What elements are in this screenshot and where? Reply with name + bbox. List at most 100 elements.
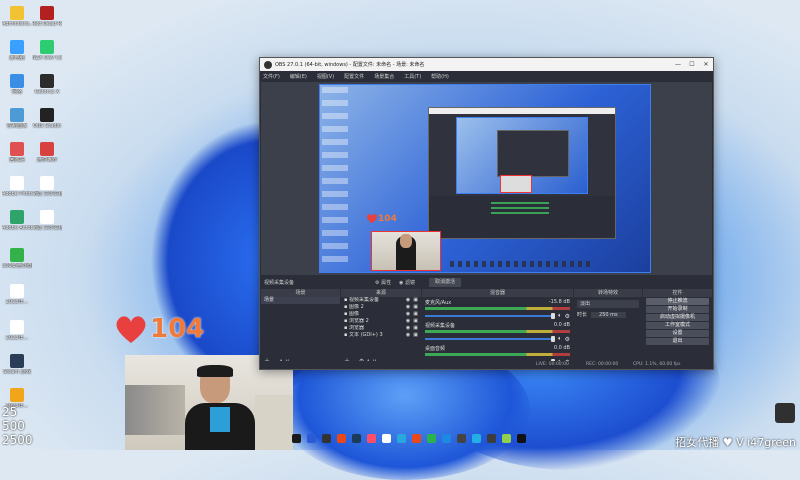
minimize-button[interactable]: — — [671, 61, 685, 68]
lock-icon[interactable]: ▣ — [413, 304, 418, 311]
taskbar-app-icon[interactable] — [457, 433, 466, 443]
control-button[interactable]: 工作室模式 — [646, 322, 709, 329]
deactivate-button[interactable]: 取消激活 — [429, 278, 462, 287]
source-label: ▪ 文本 (GDI+) 3 — [344, 332, 383, 338]
desktop-icon[interactable]: Adobe Acrob... — [2, 210, 32, 246]
eye-icon[interactable]: ◉ — [406, 297, 410, 304]
lock-icon[interactable]: ▣ — [413, 311, 418, 318]
obs-window[interactable]: OBS 27.0.1 (64-bit, windows) - 配置文件: 未命名… — [259, 57, 714, 370]
lock-icon[interactable]: ▣ — [413, 297, 418, 304]
filters-button[interactable]: ◉ 滤镜 — [399, 279, 415, 286]
taskbar-app-icon[interactable] — [427, 433, 436, 443]
desktop-icon[interactable]: 回收站 — [2, 142, 32, 178]
source-item[interactable]: ▪ 视频采集设备 ◉ ▣ — [341, 297, 421, 304]
obs-preview-canvas[interactable]: 104 — [319, 84, 651, 273]
menu-tools[interactable]: 工具(T) — [404, 73, 421, 80]
taskbar-app-icon[interactable] — [472, 433, 481, 443]
desktop-icon-label: NZX Dev Center — [32, 55, 62, 61]
taskbar-app-icon[interactable] — [337, 433, 346, 443]
desktop-icon[interactable]: 迷你世界 — [32, 142, 62, 178]
volume-slider[interactable] — [425, 313, 555, 319]
desktop-icon[interactable]: Adobe Photo... — [2, 176, 32, 212]
eye-icon[interactable]: ◉ — [406, 311, 410, 318]
eye-icon[interactable]: ◉ — [406, 304, 410, 311]
desktop-icon-label: 控制面板 — [6, 123, 27, 129]
source-item[interactable]: ▪ 文本 (GDI+) 3 ◉ ▣ — [341, 332, 421, 339]
taskbar-app-icon[interactable] — [367, 433, 376, 443]
volume-slider[interactable] — [425, 336, 555, 342]
desktop-icon[interactable]: 控制面板 — [2, 108, 32, 144]
app-icon — [40, 40, 54, 54]
speaker-icon[interactable]: 🔈︎ — [558, 335, 562, 343]
desktop-icon-label: Red Dead Redemption — [32, 21, 62, 27]
desktop-icon[interactable]: 360安全浏览器 — [2, 248, 32, 284]
desktop-icon[interactable]: Red Dead Redemption — [32, 6, 62, 42]
app-icon — [10, 108, 24, 122]
corner-app-icon[interactable] — [775, 403, 795, 423]
eye-icon[interactable]: ◉ — [406, 332, 410, 339]
scene-item[interactable]: 场景 — [261, 297, 340, 304]
taskbar-app-icon[interactable] — [382, 433, 391, 443]
selected-source-webcam[interactable] — [371, 231, 441, 271]
taskbar-app-icon[interactable] — [412, 433, 421, 443]
duration-input[interactable]: 250 ms — [591, 311, 626, 318]
taskbar-app-icon[interactable] — [502, 433, 511, 443]
menu-profile[interactable]: 配置文件 — [344, 73, 364, 80]
taskbar-app-icon[interactable] — [442, 433, 451, 443]
menu-scene-collection[interactable]: 场景集合 — [374, 73, 394, 80]
taskbar-app-icon[interactable] — [517, 433, 526, 443]
desktop-icon[interactable]: Geforce X — [32, 74, 62, 110]
maximize-button[interactable]: ☐ — [685, 61, 699, 68]
menu-view[interactable]: 视图(V) — [317, 73, 334, 80]
source-item[interactable]: ▪ 浏览器 2 ◉ ▣ — [341, 318, 421, 325]
taskbar-app-icon[interactable] — [487, 433, 496, 443]
menu-help[interactable]: 帮助(H) — [431, 73, 449, 80]
desktop-icon[interactable]: NZX Dev Center — [32, 40, 62, 76]
transition-select[interactable]: 淡出 — [577, 300, 639, 308]
desktop-icon[interactable]: Administra... — [2, 6, 32, 42]
menu-edit[interactable]: 编辑(E) — [290, 73, 307, 80]
gear-icon[interactable]: ⚙ — [565, 313, 570, 320]
desktop-icon-label: Administra... — [2, 21, 32, 27]
taskbar-app-icon[interactable] — [397, 433, 406, 443]
desktop-icon[interactable]: 2023年... — [2, 284, 32, 320]
lock-icon[interactable]: ▣ — [413, 332, 418, 339]
control-button[interactable]: 停止推流 — [646, 298, 709, 305]
desktop-icon[interactable]: Steam 游戏 — [2, 354, 32, 390]
webcam-person — [185, 365, 255, 450]
eye-icon[interactable]: ◉ — [406, 325, 410, 332]
desktop-icon[interactable]: 新建 文本文档 — [32, 176, 62, 212]
control-button[interactable]: 设置 — [646, 330, 709, 337]
source-item[interactable]: ▪ 图像 ◉ ▣ — [341, 311, 421, 318]
gear-icon[interactable]: ⚙ — [565, 336, 570, 343]
close-button[interactable]: ✕ — [699, 61, 713, 68]
app-icon — [10, 142, 24, 156]
desktop-icon[interactable]: 2023年... — [2, 320, 32, 356]
control-button[interactable]: 启动虚拟摄像机 — [646, 314, 709, 321]
nested-likes-count: 104 — [378, 213, 397, 224]
desktop-icon-label: 此电脑 — [9, 55, 25, 61]
desktop-icon[interactable]: 新建 文本文档 — [32, 210, 62, 246]
desktop-icon[interactable]: OBS Studio — [32, 108, 62, 144]
desktop-icon[interactable]: 网络 — [2, 74, 32, 110]
watermark: 招女代播 ♥ V i47green — [675, 434, 796, 450]
control-button[interactable]: 退出 — [646, 338, 709, 345]
desktop-icon[interactable]: 此电脑 — [2, 40, 32, 76]
desktop-icon-label: 网络 — [11, 89, 22, 95]
properties-button[interactable]: ⚙ 属性 — [375, 279, 391, 286]
source-item[interactable]: ▪ 图像 2 ◉ ▣ — [341, 304, 421, 311]
eye-icon[interactable]: ◉ — [406, 318, 410, 325]
obs-titlebar[interactable]: OBS 27.0.1 (64-bit, windows) - 配置文件: 未命名… — [260, 58, 713, 71]
obs-preview-area[interactable]: 104 — [261, 82, 712, 275]
lock-icon[interactable]: ▣ — [413, 318, 418, 325]
speaker-icon[interactable]: 🔈︎ — [558, 312, 562, 320]
lock-icon[interactable]: ▣ — [413, 325, 418, 332]
taskbar-app-icon[interactable] — [322, 433, 331, 443]
taskbar-app-icon[interactable] — [307, 433, 316, 443]
taskbar-app-icon[interactable] — [292, 433, 301, 443]
control-button[interactable]: 开始录制 — [646, 306, 709, 313]
taskbar-app-icon[interactable] — [352, 433, 361, 443]
sources-dock: 来源 ▪ 视频采集设备 ◉ ▣ ▪ 图像 2 ◉ ▣ ▪ 图像 ◉ ▣ ▪ 浏览器 2 ◉ ▣ ▪ 浏览… — [341, 289, 421, 368]
menu-file[interactable]: 文件(F) — [263, 73, 280, 80]
source-item[interactable]: ▪ 浏览器 ◉ ▣ — [341, 325, 421, 332]
